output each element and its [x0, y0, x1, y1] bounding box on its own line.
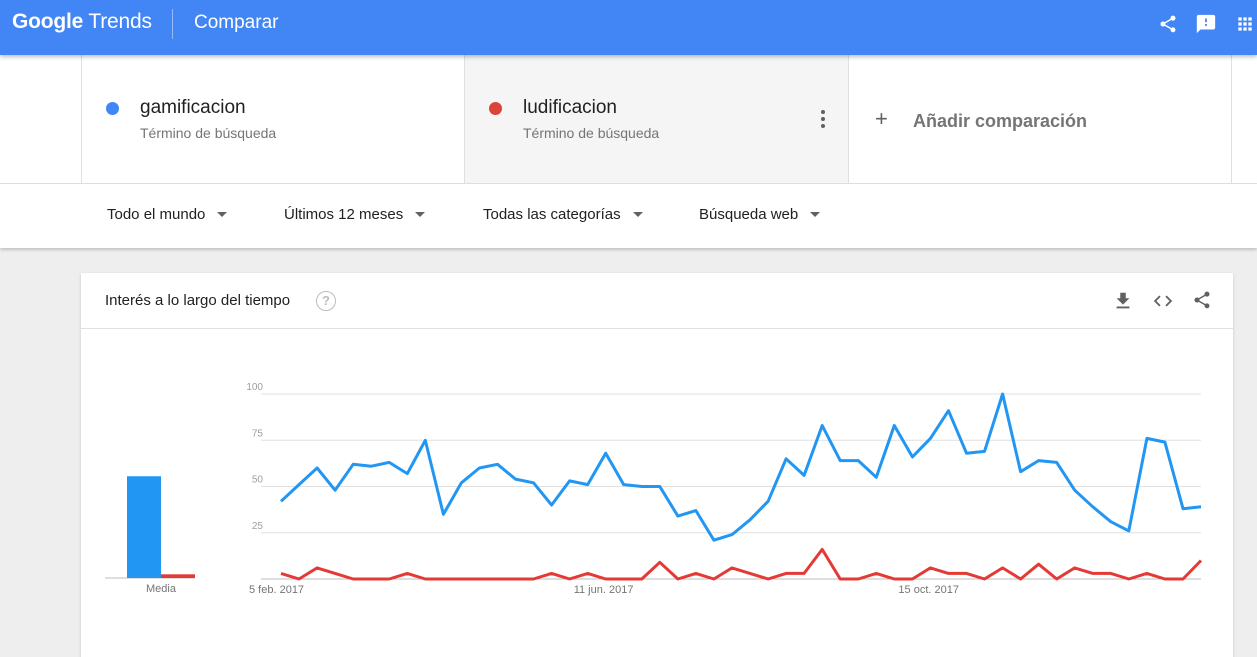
feedback-icon[interactable]	[1194, 12, 1218, 36]
chevron-down-icon	[632, 212, 643, 217]
search-type-dropdown[interactable]: Búsqueda web	[699, 206, 821, 223]
app-bar: Google Trends Comparar	[0, 0, 1257, 55]
average-bar-ludificacion	[161, 574, 195, 578]
logo-google-text: Google	[12, 10, 84, 33]
add-comparison-label: Añadir comparación	[913, 111, 1088, 131]
term-2-name: ludificacion	[523, 97, 617, 118]
region-dropdown[interactable]: Todo el mundo	[107, 206, 228, 223]
add-icon: +	[875, 106, 888, 131]
logo-trends-text: Trends	[88, 10, 152, 33]
chevron-down-icon	[810, 212, 821, 217]
search-term-1[interactable]: gamificacion Término de búsqueda	[81, 55, 465, 183]
embed-icon[interactable]	[1152, 290, 1174, 312]
card-title: Interés a lo largo del tiempo	[105, 292, 291, 309]
interest-chart: 25 50 75 100 5 feb. 2017 11 jun. 2017 15 oct. …	[105, 382, 1203, 596]
time-range-dropdown[interactable]: Últimos 12 meses	[284, 206, 426, 223]
chevron-down-icon	[415, 212, 426, 217]
average-bar-gamificacion	[127, 476, 161, 578]
share-icon[interactable]	[1156, 12, 1180, 36]
share-icon[interactable]	[1192, 290, 1214, 312]
card-header: Interés a lo largo del tiempo ?	[81, 273, 1233, 329]
interest-over-time-card: Interés a lo largo del tiempo ? 25 50 75 10…	[81, 273, 1233, 657]
search-term-2[interactable]: ludificacion Término de búsqueda	[464, 55, 849, 183]
x-tick-label: 15 oct. 2017	[898, 584, 959, 596]
filter-bar: Todo el mundo Últimos 12 meses Todas las…	[0, 184, 1257, 248]
term-1-type: Término de búsqueda	[140, 125, 277, 141]
term-1-color-dot	[106, 102, 119, 115]
comparison-bar: gamificacion Término de búsqueda ludific…	[0, 55, 1257, 184]
download-icon[interactable]	[1112, 290, 1134, 312]
search-type-label: Búsqueda web	[699, 206, 799, 223]
x-tick-label: 5 feb. 2017	[249, 584, 304, 596]
average-label: Media	[146, 583, 177, 595]
y-tick-label: 50	[252, 475, 264, 486]
term-2-type: Término de búsqueda	[523, 125, 660, 141]
apps-icon[interactable]	[1233, 12, 1257, 36]
region-label: Todo el mundo	[107, 206, 206, 223]
series-line-ludificacion	[280, 547, 1203, 581]
header-divider	[172, 9, 173, 39]
chevron-down-icon	[217, 212, 228, 217]
x-tick-label: 11 jun. 2017	[574, 584, 634, 596]
y-tick-label: 25	[252, 521, 264, 532]
category-label: Todas las categorías	[483, 206, 621, 223]
more-vert-icon[interactable]	[815, 109, 831, 129]
series-line-gamificacion	[279, 392, 1202, 542]
time-range-label: Últimos 12 meses	[284, 206, 404, 223]
term-2-color-dot	[489, 102, 502, 115]
category-dropdown[interactable]: Todas las categorías	[483, 206, 643, 223]
y-tick-label: 100	[246, 382, 263, 393]
page-title: Comparar	[194, 12, 279, 33]
add-comparison-button[interactable]: + Añadir comparación	[848, 55, 1232, 183]
term-1-name: gamificacion	[140, 97, 246, 118]
help-icon[interactable]: ?	[316, 291, 336, 311]
y-tick-label: 75	[252, 428, 264, 439]
google-trends-logo[interactable]: Google Trends	[12, 10, 152, 36]
